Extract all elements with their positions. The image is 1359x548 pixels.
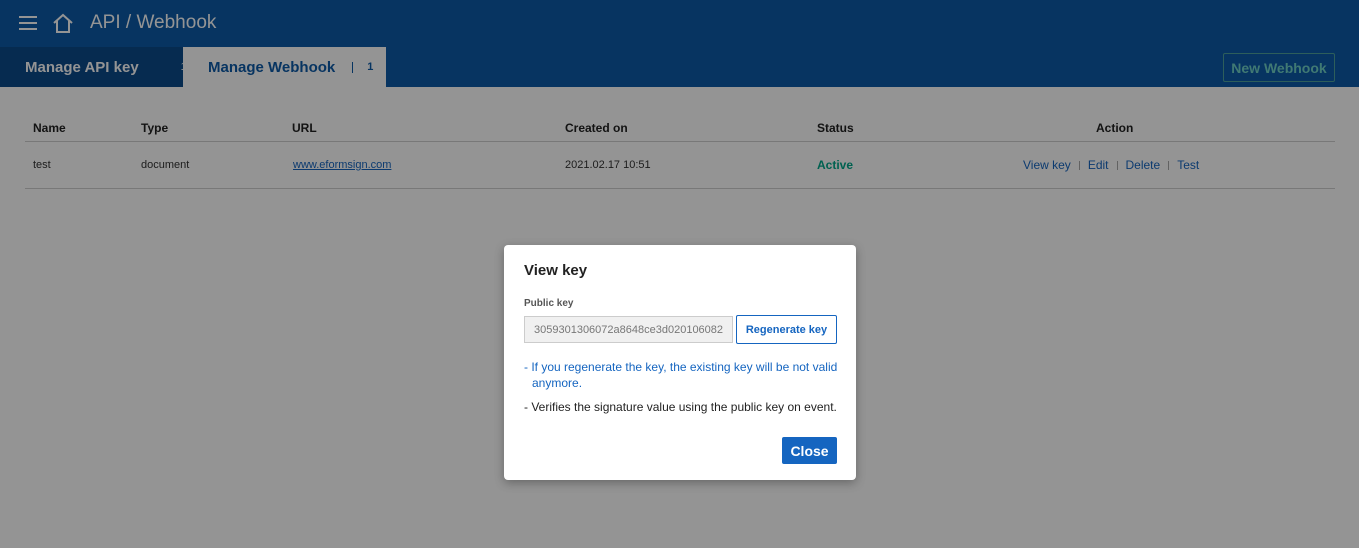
regenerate-key-button[interactable]: Regenerate key <box>736 315 837 344</box>
close-button[interactable]: Close <box>782 437 837 464</box>
dialog-title: View key <box>524 262 588 279</box>
public-key-label: Public key <box>524 298 574 309</box>
warning-line: anymore. <box>532 376 583 390</box>
warning-line: - If you regenerate the key, the existin… <box>524 360 838 374</box>
regenerate-warning: - If you regenerate the key, the existin… <box>524 359 844 391</box>
view-key-dialog: View key Public key Regenerate key - If … <box>504 245 856 480</box>
signature-info: - Verifies the signature value using the… <box>524 400 837 414</box>
public-key-field[interactable] <box>524 316 733 343</box>
